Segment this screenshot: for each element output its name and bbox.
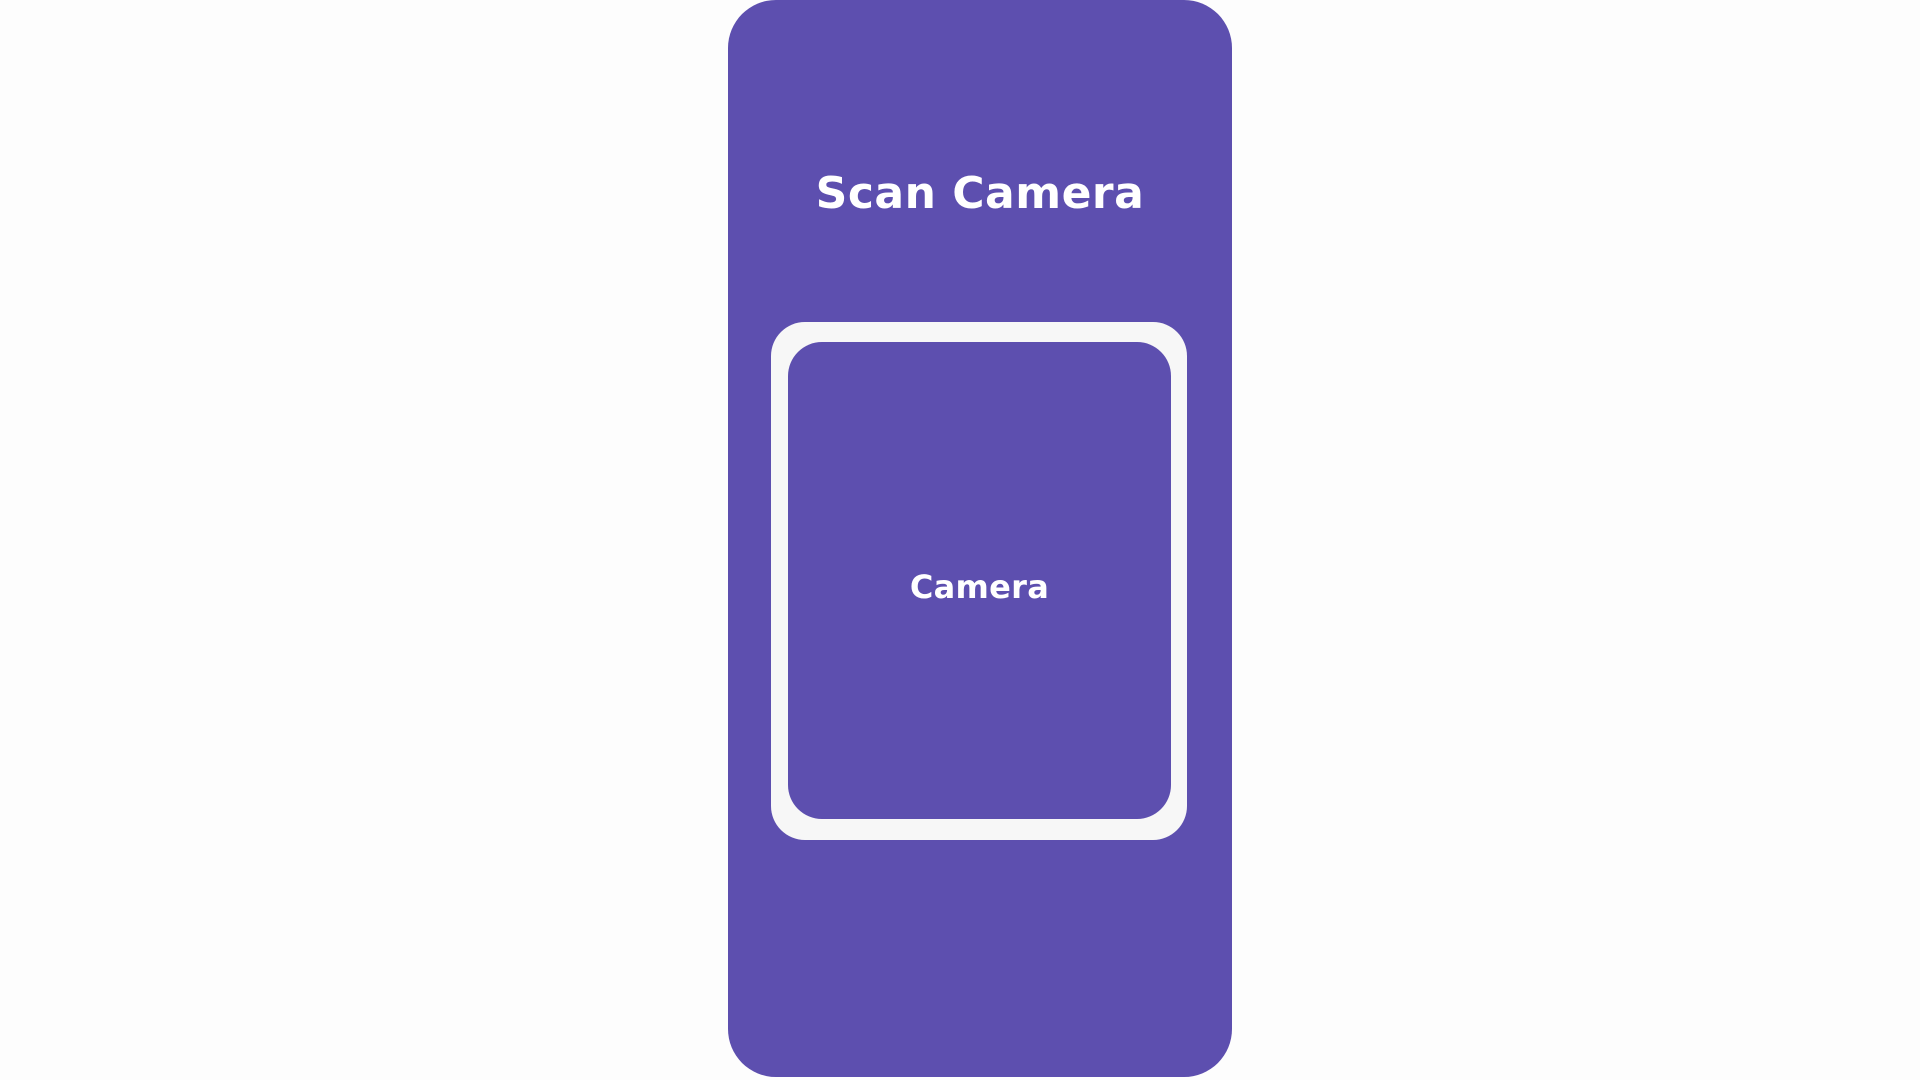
camera-frame-outer: Camera [771,322,1187,840]
phone-screen: Scan Camera Camera [728,0,1232,1077]
camera-viewfinder[interactable]: Camera [788,342,1171,819]
camera-label: Camera [909,567,1050,606]
page-title: Scan Camera [815,168,1145,219]
